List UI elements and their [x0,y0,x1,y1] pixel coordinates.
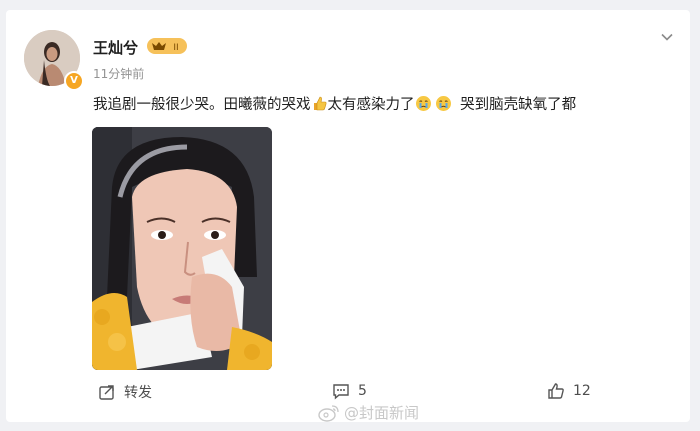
watermark-text: @封面新闻 [344,404,420,422]
repost-icon [99,385,114,400]
chevron-down-icon[interactable] [660,30,674,44]
thumbs-up-icon [548,383,564,399]
comment-icon [333,384,349,400]
watermark: @封面新闻 [318,402,419,423]
comment-count: 5 [358,383,367,399]
post-text-part2: 太有感染力了 [327,97,415,113]
verified-badge: V [64,71,84,91]
like-count: 12 [573,383,591,399]
crying-emoji-icon [435,96,451,111]
vip-badge-icon[interactable]: II [147,38,187,54]
weibo-logo-icon [318,404,339,422]
weibo-post-card: V 王灿兮 II 11分钟前 我追剧一般很少哭。田曦薇的哭戏 太有感染力了 哭到… [6,10,690,422]
photo-image [92,127,272,370]
post-time[interactable]: 11分钟前 [93,65,144,82]
post-text-part3: 哭到脑壳缺氧了都 [460,97,577,113]
thumbs-up-emoji-icon [313,96,326,111]
post-text: 我追剧一般很少哭。田曦薇的哭戏 太有感染力了 哭到脑壳缺氧了都 [93,93,576,114]
vip-level: II [173,43,178,53]
repost-button[interactable]: 转发 [98,382,152,402]
comment-button[interactable]: 5 [332,382,367,400]
crying-emoji-icon [415,96,431,111]
post-photo[interactable] [92,127,272,370]
author-name[interactable]: 王灿兮 [93,37,138,58]
like-button[interactable]: 12 [547,382,591,400]
post-text-part1: 我追剧一般很少哭。田曦薇的哭戏 [93,97,311,113]
repost-label: 转发 [124,385,152,401]
